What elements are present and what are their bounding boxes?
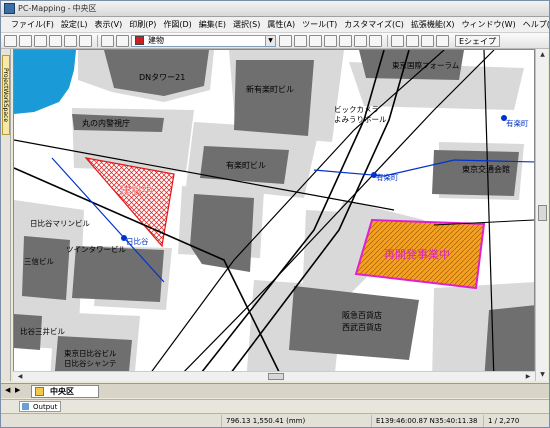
label-tokyo-hibiya-1: 東京日比谷ビル xyxy=(64,348,117,358)
tab-chuo-ku[interactable]: 中央区 xyxy=(31,385,99,398)
table-icon[interactable] xyxy=(369,34,382,47)
label-seibu: 西武百貨店 xyxy=(342,322,382,332)
output-bar: Output xyxy=(1,399,549,412)
page-icon[interactable] xyxy=(391,34,404,47)
menu-help[interactable]: ヘルプ(H) xyxy=(523,19,550,30)
label-yurakucho-bldg: 有楽町ビル xyxy=(226,160,266,170)
menu-draw[interactable]: 作図(D) xyxy=(163,19,191,30)
map-doc-icon xyxy=(35,387,44,396)
menu-settings[interactable]: 設定(L) xyxy=(61,19,88,30)
scroll-down-icon[interactable]: ▼ xyxy=(537,370,548,380)
page-2-icon[interactable] xyxy=(406,34,419,47)
menu-window[interactable]: ウィンドウ(W) xyxy=(462,19,516,30)
menu-file[interactable]: ファイル(F) xyxy=(11,19,54,30)
map-view[interactable]: DNタワー21 新有楽町ビル 丸の内警視庁 有楽町ビル ビックカメラ よみうりホ… xyxy=(13,49,535,381)
output-icon xyxy=(22,403,29,410)
map-canvas[interactable]: DNタワー21 新有楽町ビル 丸の内警視庁 有楽町ビル ビックカメラ よみうりホ… xyxy=(14,50,535,381)
layer-select[interactable]: 建物 ▼ xyxy=(131,34,276,47)
scroll-left-icon[interactable]: ◀ xyxy=(15,372,25,382)
layer-swatch-icon xyxy=(135,36,144,45)
label-hibiya-mitsui: 比谷三井ビル xyxy=(20,326,65,336)
menu-print[interactable]: 印刷(P) xyxy=(129,19,156,30)
page-4-icon[interactable] xyxy=(436,34,449,47)
toolbar-separator xyxy=(97,34,98,47)
menu-bar: ファイル(F) 設定(L) 表示(V) 印刷(P) 作図(D) 編集(E) 選択… xyxy=(1,17,550,33)
save-icon[interactable] xyxy=(34,34,47,47)
layer-color-icon[interactable] xyxy=(116,34,129,47)
label-twin-tower: ツインタワービル xyxy=(66,245,126,254)
side-panel: ProjectWorkSpace xyxy=(1,49,11,381)
new-icon[interactable] xyxy=(4,34,17,47)
label-hibiya-mariner: 日比谷マリンビル xyxy=(30,218,90,228)
menu-extensions[interactable]: 拡張機能(X) xyxy=(411,19,455,30)
main-toolbar: 建物 ▼ Eシェイプ xyxy=(1,33,549,49)
zoom-area-icon[interactable] xyxy=(279,34,292,47)
flag-icon[interactable] xyxy=(294,34,307,47)
layer-select-value: 建物 xyxy=(148,36,164,45)
flag-4-icon[interactable] xyxy=(339,34,352,47)
label-dn-tower: DNタワー21 xyxy=(139,73,185,82)
label-station-hibiya: 日比谷 xyxy=(126,236,149,246)
layers-icon[interactable] xyxy=(79,34,92,47)
flag-2-icon[interactable] xyxy=(309,34,322,47)
chevron-down-icon[interactable]: ▼ xyxy=(265,35,275,46)
title-bar: PC-Mapping - 中央区 xyxy=(1,1,549,17)
label-tokyo-hibiya-2: 日比谷シャンテ xyxy=(64,358,117,368)
label-construction: 建設中 xyxy=(120,183,153,197)
title-separator: - xyxy=(67,4,71,13)
grid-icon[interactable] xyxy=(354,34,367,47)
tab-prev-icon[interactable]: ◀ xyxy=(5,386,10,394)
scroll-up-icon[interactable]: ▲ xyxy=(537,50,548,60)
print-icon[interactable] xyxy=(64,34,77,47)
status-bar: 796.13 1,550.41 (mm) E139:46:00.87 N35:4… xyxy=(1,413,549,427)
toolbar-separator xyxy=(387,34,388,47)
document-title: 中央区 xyxy=(72,4,97,13)
label-keishicho: 丸の内警視庁 xyxy=(82,118,130,128)
app-icon xyxy=(4,3,15,14)
settings-icon[interactable] xyxy=(101,34,114,47)
building-mariner[interactable] xyxy=(22,236,70,300)
shape-button[interactable]: Eシェイプ xyxy=(455,34,501,47)
label-shin-yurakucho: 新有楽町ビル xyxy=(246,84,294,94)
label-tokyo-forum: 東京国際フォーラム xyxy=(392,60,459,70)
menu-edit[interactable]: 編集(E) xyxy=(199,19,226,30)
status-page: 1 / 2,270 xyxy=(483,415,547,427)
building-shin-yurakucho[interactable] xyxy=(234,60,314,136)
label-sanshin: 三信ビル xyxy=(24,256,54,266)
output-tab[interactable]: Output xyxy=(19,401,61,412)
horizontal-scrollbar[interactable]: ◀ ▶ xyxy=(13,371,535,381)
vertical-scroll-thumb[interactable] xyxy=(538,205,547,221)
page-3-icon[interactable] xyxy=(421,34,434,47)
label-hankyu: 阪急百貨店 xyxy=(342,310,382,320)
output-label: Output xyxy=(33,402,58,411)
label-station-yurakucho: 有楽町 xyxy=(376,172,399,182)
menu-tools[interactable]: ツール(T) xyxy=(302,19,337,30)
save-all-icon[interactable] xyxy=(49,34,62,47)
menu-attribute[interactable]: 属性(A) xyxy=(267,19,295,30)
open-icon[interactable] xyxy=(19,34,32,47)
menu-select[interactable]: 選択(S) xyxy=(233,19,260,30)
menu-customize[interactable]: カスタマイズ(C) xyxy=(344,19,404,30)
vertical-scrollbar[interactable]: ▲ ▼ xyxy=(535,49,548,381)
tab-next-icon[interactable]: ▶ xyxy=(15,386,20,394)
app-title: PC-Mapping xyxy=(18,4,66,13)
project-workspace-tab[interactable]: ProjectWorkSpace xyxy=(2,55,10,135)
label-bic-camera-2: よみうりホール xyxy=(334,115,387,124)
label-redevelopment: 再開発事業中 xyxy=(384,247,450,261)
building-west[interactable] xyxy=(190,194,254,272)
building-twin-tower[interactable] xyxy=(72,246,164,302)
label-bic-camera-1: ビックカメラ xyxy=(334,105,379,114)
tab-label: 中央区 xyxy=(50,387,74,396)
label-tokyo-kotsu: 東京交通会館 xyxy=(462,164,510,174)
flag-3-icon[interactable] xyxy=(324,34,337,47)
app-window: PC-Mapping - 中央区 ファイル(F) 設定(L) 表示(V) 印刷(… xyxy=(0,0,550,428)
horizontal-scroll-thumb[interactable] xyxy=(268,373,284,380)
status-map-coordinate: 796.13 1,550.41 (mm) xyxy=(221,415,371,427)
scroll-right-icon[interactable]: ▶ xyxy=(523,372,533,382)
document-tab-bar: ◀ ▶ 中央区 xyxy=(1,383,549,398)
status-geo-coordinate: E139:46:00.87 N35:40:11.38 xyxy=(371,415,483,427)
menu-view[interactable]: 表示(V) xyxy=(95,19,123,30)
label-station-yurakucho-2: 有楽町 xyxy=(506,118,529,128)
